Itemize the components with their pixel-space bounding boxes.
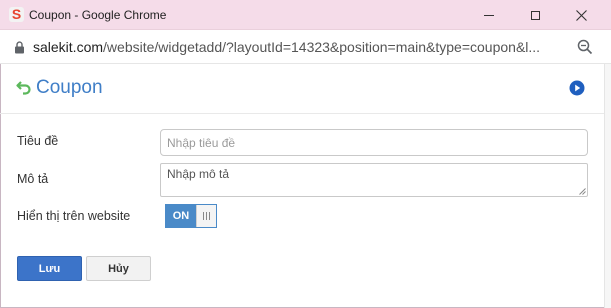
resize-grip-icon[interactable] xyxy=(578,187,586,195)
minimize-button[interactable] xyxy=(466,0,512,30)
page-title: Coupon xyxy=(36,77,103,98)
lock-icon xyxy=(15,41,24,54)
description-textarea[interactable] xyxy=(160,163,588,197)
description-label: Mô tả xyxy=(17,172,49,186)
close-button[interactable] xyxy=(558,0,604,30)
title-bar: S Coupon - Google Chrome xyxy=(0,0,611,30)
play-circle-icon[interactable] xyxy=(569,80,585,96)
window-title: Coupon - Google Chrome xyxy=(29,8,167,22)
address-bar[interactable]: salekit.com/website/widgetadd/?layoutId=… xyxy=(0,30,611,64)
page-header: Coupon xyxy=(0,64,611,114)
url-host: salekit.com xyxy=(33,39,104,55)
url-path: /website/widgetadd/?layoutId=14323&posit… xyxy=(103,39,541,55)
show-on-website-toggle[interactable]: ON xyxy=(165,204,217,228)
title-input[interactable] xyxy=(160,129,588,156)
maximize-button[interactable] xyxy=(512,0,558,30)
url-text[interactable]: salekit.com/website/widgetadd/?layoutId=… xyxy=(33,39,563,55)
close-icon xyxy=(575,9,587,21)
scrollbar-track[interactable] xyxy=(604,64,611,308)
cancel-button[interactable]: Hủy xyxy=(86,256,151,281)
toggle-on-label: ON xyxy=(166,205,196,227)
zoom-icon[interactable] xyxy=(577,39,593,55)
minimize-icon xyxy=(484,14,494,16)
show-on-website-label: Hiển thị trên website xyxy=(17,209,131,223)
maximize-icon xyxy=(530,10,540,20)
undo-arrow-icon[interactable] xyxy=(16,79,32,95)
title-label: Tiêu đề xyxy=(17,134,59,148)
toggle-handle[interactable] xyxy=(196,205,216,227)
save-button[interactable]: Lưu xyxy=(17,256,82,281)
salekit-logo-icon: S xyxy=(9,7,24,22)
